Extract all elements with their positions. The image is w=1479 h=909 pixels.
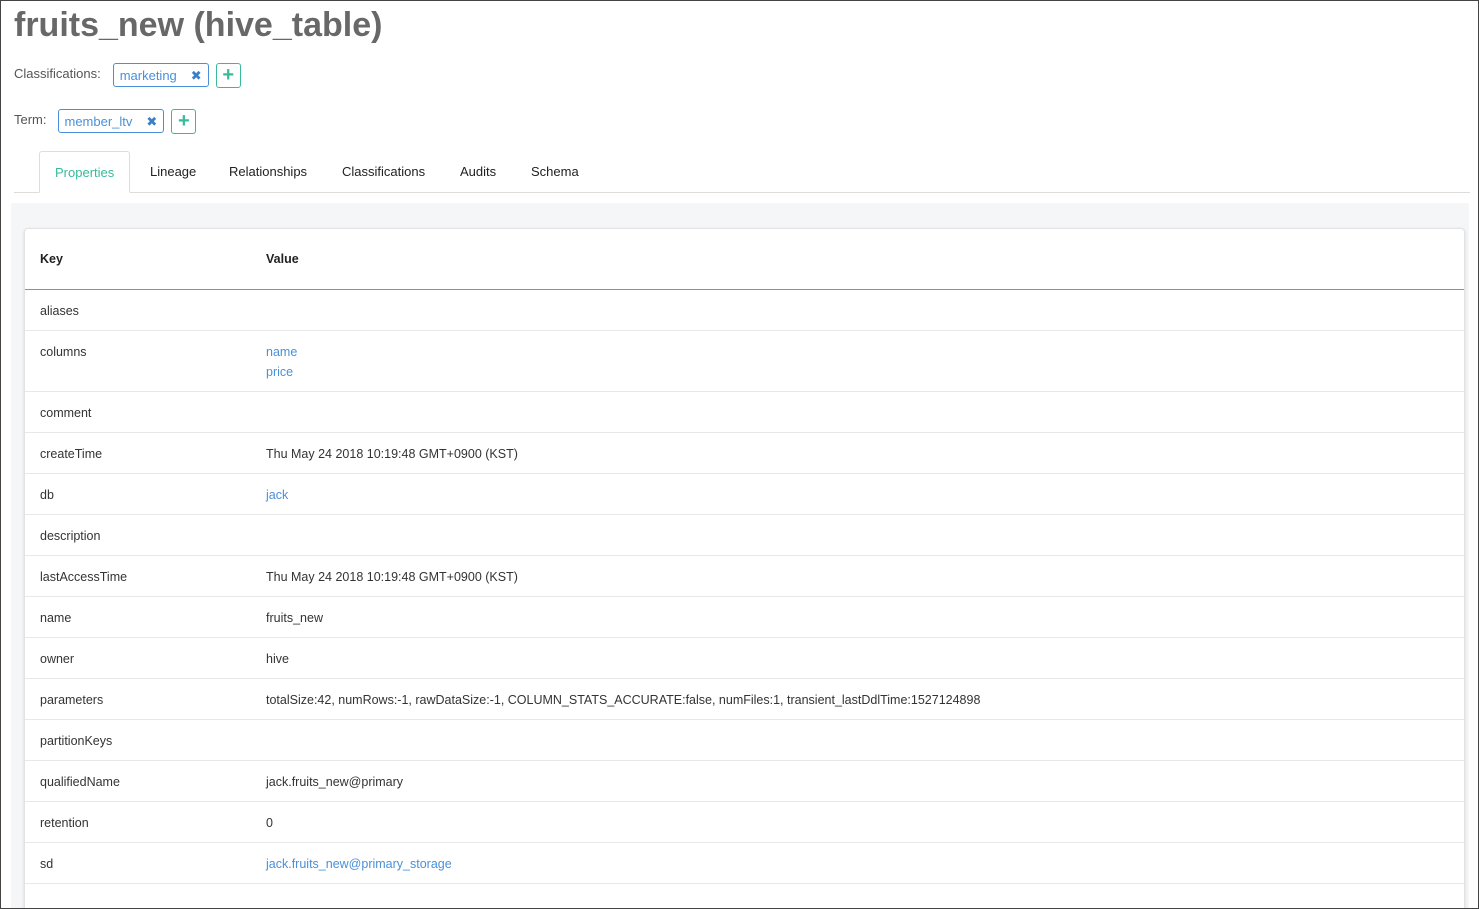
term-tag-label: member_ltv bbox=[64, 113, 133, 129]
property-key: aliases bbox=[40, 304, 79, 318]
property-key: comment bbox=[40, 406, 92, 420]
property-key: name bbox=[40, 611, 72, 625]
tab-classifications[interactable]: Classifications bbox=[342, 151, 425, 192]
classification-tag-label: marketing bbox=[119, 67, 177, 83]
property-key: db bbox=[40, 488, 54, 502]
plus-icon: + bbox=[177, 109, 190, 132]
properties-panel: Key Value aliases columns name price comment… bbox=[24, 228, 1465, 908]
property-value-link[interactable]: jack bbox=[266, 485, 288, 505]
tab-relationships[interactable]: Relationships bbox=[229, 151, 307, 192]
classifications-row: Classifications: marketing ✖ + bbox=[14, 62, 241, 88]
property-key: retention bbox=[40, 816, 89, 830]
property-value-text: 0 bbox=[266, 816, 273, 830]
property-value-link[interactable]: name bbox=[266, 342, 297, 362]
property-value: hive bbox=[266, 652, 289, 666]
page-title: fruits_new (hive_table) bbox=[14, 6, 383, 44]
term-tag[interactable]: member_ltv ✖ bbox=[57, 109, 165, 133]
property-key: parameters bbox=[40, 693, 104, 707]
term-label: Term: bbox=[14, 111, 47, 127]
table-row: description bbox=[25, 515, 1464, 556]
property-key: lastAccessTime bbox=[40, 570, 128, 584]
property-value-text: fruits_new bbox=[266, 611, 323, 625]
property-key: partitionKeys bbox=[40, 734, 113, 748]
property-value-text: Thu May 24 2018 10:19:48 GMT+0900 (KST) bbox=[266, 570, 518, 584]
table-row: parameters totalSize:42, numRows:-1, rawD… bbox=[25, 679, 1464, 720]
table-row: partitionKeys bbox=[25, 720, 1464, 761]
property-value-link[interactable]: price bbox=[266, 362, 297, 382]
content-area: Key Value aliases columns name price comment… bbox=[11, 203, 1469, 908]
property-value: 0 bbox=[266, 816, 273, 830]
classifications-label: Classifications: bbox=[14, 65, 101, 81]
table-row: comment bbox=[25, 392, 1464, 433]
property-key: owner bbox=[40, 652, 75, 666]
plus-icon: + bbox=[222, 63, 235, 86]
table-row: qualifiedName jack.fruits_new@primary bbox=[25, 761, 1464, 802]
properties-table-body: aliases columns name price comment createTime… bbox=[25, 290, 1464, 884]
property-value: name price bbox=[266, 345, 297, 382]
tab-lineage[interactable]: Lineage bbox=[150, 151, 196, 192]
property-value-text: Thu May 24 2018 10:19:48 GMT+0900 (KST) bbox=[266, 447, 518, 461]
key-column-header: Key bbox=[40, 252, 63, 266]
add-term-button[interactable]: + bbox=[171, 108, 197, 134]
property-key: createTime bbox=[40, 447, 103, 461]
property-value-text: hive bbox=[266, 652, 289, 666]
table-row: columns name price bbox=[25, 331, 1464, 392]
property-value: totalSize:42, numRows:-1, rawDataSize:-1… bbox=[266, 693, 980, 707]
table-header: Key Value bbox=[25, 229, 1464, 290]
property-key: columns bbox=[40, 345, 87, 359]
tab-schema[interactable]: Schema bbox=[531, 151, 579, 192]
tab-properties[interactable]: Properties bbox=[39, 151, 131, 193]
property-key: sd bbox=[40, 857, 54, 871]
value-column-header: Value bbox=[266, 252, 299, 266]
property-value: jack.fruits_new@primary_storage bbox=[266, 857, 452, 874]
classification-tag[interactable]: marketing ✖ bbox=[112, 63, 209, 87]
table-row: owner hive bbox=[25, 638, 1464, 679]
table-row: sd jack.fruits_new@primary_storage bbox=[25, 843, 1464, 884]
property-value: Thu May 24 2018 10:19:48 GMT+0900 (KST) bbox=[266, 447, 518, 461]
property-value: jack.fruits_new@primary bbox=[266, 775, 403, 789]
property-value: fruits_new bbox=[266, 611, 323, 625]
property-value: Thu May 24 2018 10:19:48 GMT+0900 (KST) bbox=[266, 570, 518, 584]
property-value-text: jack.fruits_new@primary bbox=[266, 775, 404, 789]
entity-detail-page: fruits_new (hive_table) Classifications:… bbox=[0, 0, 1479, 909]
table-row: aliases bbox=[25, 290, 1464, 331]
table-row: createTime Thu May 24 2018 10:19:48 GMT+0… bbox=[25, 433, 1464, 474]
table-row: name fruits_new bbox=[25, 597, 1464, 638]
close-icon[interactable]: ✖ bbox=[146, 115, 157, 128]
property-value-text: totalSize:42, numRows:-1, rawDataSize:-1… bbox=[266, 693, 981, 707]
tab-bar: Properties Lineage Relationships Classif… bbox=[14, 151, 1470, 193]
table-row: retention 0 bbox=[25, 802, 1464, 843]
property-key: qualifiedName bbox=[40, 775, 120, 789]
property-value-link[interactable]: jack.fruits_new@primary_storage bbox=[266, 854, 452, 874]
add-classification-button[interactable]: + bbox=[215, 62, 241, 88]
table-row: db jack bbox=[25, 474, 1464, 515]
close-icon[interactable]: ✖ bbox=[191, 69, 202, 82]
property-key: description bbox=[40, 529, 101, 543]
term-row: Term: member_ltv ✖ + bbox=[14, 108, 197, 134]
table-row: lastAccessTime Thu May 24 2018 10:19:48 G… bbox=[25, 556, 1464, 597]
property-value: jack bbox=[266, 488, 288, 505]
tab-audits[interactable]: Audits bbox=[460, 151, 496, 192]
